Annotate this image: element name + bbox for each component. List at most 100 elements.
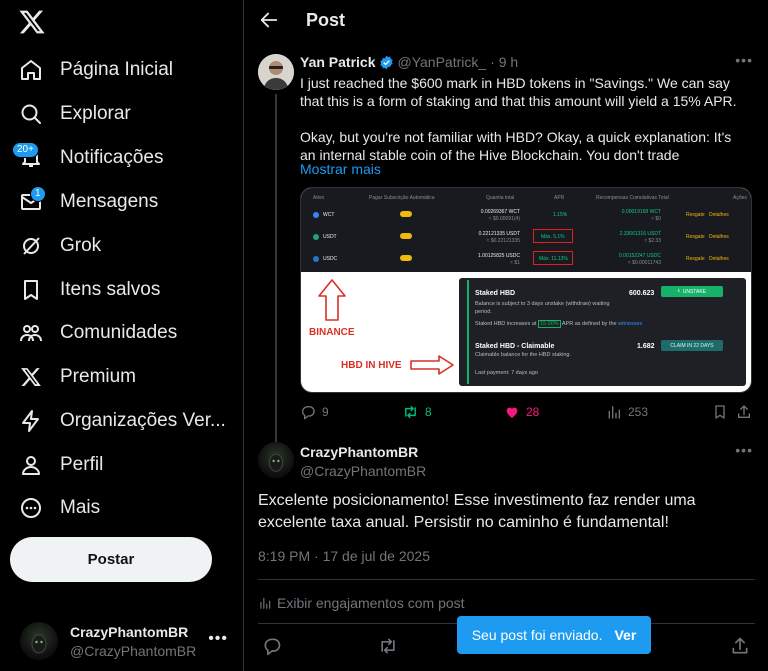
reward-amount-sub: ≈ $0.00011743 [628,260,661,266]
author-avatar[interactable] [258,54,294,90]
table-row: USDC 1.00125825 USDC ≈ $1 Máx. 11.13% 0.… [301,250,751,272]
nav-messages[interactable]: 1 Mensagens [18,184,158,220]
nav-verified-orgs-label: Organizações Ver... [60,410,226,431]
author-handle[interactable]: @YanPatrick_ [398,54,487,70]
hbd-in-hive-label: HBD IN HIVE [341,360,402,371]
coin-icon [313,234,319,240]
total-amount-sub: ≈ $1 [510,260,520,266]
home-icon [18,57,44,83]
nav-communities[interactable]: Comunidades [18,315,177,351]
author-name[interactable]: Yan Patrick [300,54,376,70]
nav-messages-label: Mensagens [60,191,159,212]
staked-hbd-value: 600.623 [629,290,655,297]
asset-name: USDT [323,234,337,240]
table-header: Pagar Subscrição Automática [369,195,435,201]
apr-value: Máx. 5.1% [541,234,565,240]
post-time[interactable]: · 9 h [490,54,518,70]
coin-icon [313,212,319,218]
retweet-icon[interactable] [378,636,398,656]
nav-notifications[interactable]: 20+ Notificações [12,140,164,176]
share-icon[interactable] [730,636,750,656]
total-amount: 0.22121335 USDT [478,231,520,237]
nav-bookmarks[interactable]: Itens salvos [18,272,160,308]
view-engagements-link[interactable]: Exibir engajamentos com post [258,595,465,611]
reply-author-handle[interactable]: @CrazyPhantomBR [300,463,426,479]
reply-count: 9 [322,405,329,419]
messages-badge: 1 [30,186,46,202]
bookmark-icon [18,277,44,303]
binance-earn-table: Ativo Pagar Subscrição Automática Quanti… [301,188,751,272]
table-header: Ativo [313,195,325,201]
reply-timestamp[interactable]: 8:19 PM · 17 de jul de 2025 [258,548,430,564]
right-arrow-annotation-icon [410,355,454,375]
main-column: Post Yan Patrick @YanPatrick_ · 9 h ••• … [243,0,768,671]
nav-premium[interactable]: Premium [18,359,136,395]
post-text-p1: I just reached the $600 mark in HBD toke… [300,75,737,109]
mail-icon: 1 [18,186,46,215]
reply-more-icon[interactable]: ••• [735,442,753,458]
person-icon [18,452,44,478]
up-arrow-annotation-icon [318,279,346,321]
reply-author-name[interactable]: CrazyPhantomBR [300,444,418,460]
toast-message: Seu post foi enviado. [471,627,603,643]
notifications-badge: 20+ [12,142,39,158]
reply-icon[interactable] [262,636,282,656]
details-link: Detalhes [709,234,729,240]
toggle-switch [400,211,412,217]
verified-badge-icon [379,55,393,69]
page-title: Post [306,10,346,30]
toggle-switch [400,233,412,239]
like-button[interactable]: 28 [504,404,539,420]
post-more-icon[interactable]: ••• [735,52,753,68]
details-link: Detalhes [709,256,729,262]
thread-line [275,94,277,469]
more-icon[interactable]: ••• [208,630,228,648]
binance-label: BINANCE [309,327,355,338]
reply-text: Excelente posicionamento! Esse investime… [258,492,696,531]
share-button[interactable] [736,404,752,420]
reward-amount-sub: ≈ $2.33 [644,238,661,244]
table-header: Ações [733,195,747,201]
nav-grok[interactable]: Grok [18,228,101,264]
nav-explore[interactable]: Explorar [18,96,131,132]
reward-amount: 0.00152247 USDC [619,253,661,259]
search-icon [18,101,44,127]
nav-verified-orgs[interactable]: Organizações Ver... [18,403,226,439]
nav-profile-label: Perfil [60,454,104,475]
show-more-link[interactable]: Mostrar mais [300,161,381,177]
retweet-button[interactable]: 8 [402,404,432,420]
back-arrow-icon[interactable] [258,9,280,31]
staked-hbd-desc: Balance is subject to 3 days unstake (wi… [475,301,610,315]
reply-button[interactable]: 9 [300,404,329,420]
claimable-title: Staked HBD - Claimable [475,343,555,350]
post-image[interactable]: Ativo Pagar Subscrição Automática Quanti… [300,187,752,393]
nav-profile[interactable]: Perfil [18,447,103,483]
nav-more[interactable]: Mais [18,490,100,526]
nav-grok-label: Grok [60,235,102,256]
post-sent-toast: Seu post foi enviado. Ver [457,616,651,654]
table-header: APR [554,195,565,201]
toast-view-link[interactable]: Ver [614,627,636,643]
account-switcher[interactable]: CrazyPhantomBR @CrazyPhantomBR ••• [10,616,232,666]
reward-amount: 0.00019168 WCT [621,209,661,215]
staked-apr-value: 15.00% [537,320,561,328]
unstake-button-label: UNSTAKE [682,288,706,295]
table-row: USDT 0.22121335 USDT ≈ $0.22121335 Máx. … [301,228,751,250]
total-amount-sub: ≈ $0.22121335 [486,238,520,244]
nav-home[interactable]: Página Inicial [18,52,173,88]
post-button[interactable]: Postar [10,537,212,582]
nav-communities-label: Comunidades [60,322,178,343]
views-button[interactable]: 253 [606,404,648,420]
witnesses-link: witnesses [618,321,643,327]
table-header: Quantia total [486,195,515,201]
coin-icon [313,256,319,262]
claim-button: CLAIM IN 22 DAYS [661,340,723,351]
x-logo-icon[interactable] [18,8,46,36]
bookmark-button[interactable] [712,404,728,420]
lightning-icon [18,408,44,434]
views-icon [260,597,271,609]
reply-avatar[interactable] [258,442,294,478]
claimable-value: 1.682 [637,343,655,350]
last-payment: Last payment: 7 days ago [475,370,538,376]
claimable-desc: Claimable balance for the HBD staking. [475,352,571,358]
